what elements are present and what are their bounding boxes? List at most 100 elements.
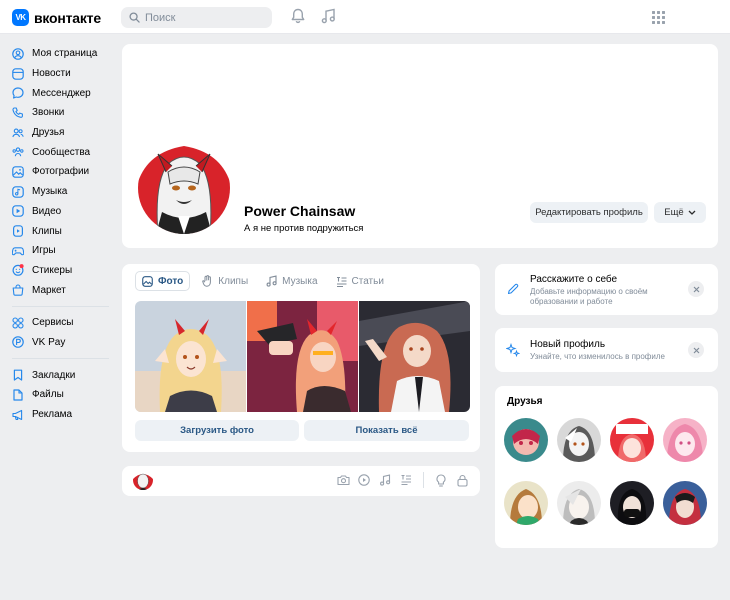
photo-icon <box>12 166 24 178</box>
chevron-down-icon <box>688 210 696 215</box>
friends-icon <box>12 128 24 137</box>
sidebar-item-label: Видео <box>32 205 62 217</box>
phone-icon <box>12 107 23 118</box>
sidebar-item-market[interactable]: Маркет <box>12 280 112 300</box>
sidebar-item-label: Музыка <box>32 186 68 198</box>
tab-label: Статьи <box>351 275 384 287</box>
tab-photo[interactable]: Фото <box>135 271 191 291</box>
profile-status[interactable]: А я не против подружиться <box>244 223 363 234</box>
app-name: вконтакте <box>34 9 101 26</box>
pencil-icon <box>507 283 519 295</box>
sticker-icon <box>12 264 24 277</box>
sidebar-item-friends[interactable]: Друзья <box>12 123 112 143</box>
music-note-icon[interactable] <box>321 8 336 24</box>
about-card-title: Расскажите о себе <box>530 274 618 285</box>
friend-avatar[interactable] <box>557 418 601 462</box>
tab-label: Фото <box>158 275 184 287</box>
show-all-button[interactable]: Показать всё <box>304 420 469 441</box>
sidebar-item-stickers[interactable]: Стикеры <box>12 261 112 281</box>
sidebar-item-label: Сообщества <box>32 146 91 158</box>
tab-label: Музыка <box>282 275 318 287</box>
sidebar-item-label: Закладки <box>32 369 76 381</box>
friend-avatar[interactable] <box>663 481 707 525</box>
top-bar: VK вконтакте <box>0 0 730 34</box>
more-button-label: Ещё <box>664 207 684 218</box>
lock-icon[interactable] <box>457 474 468 487</box>
sidebar-item-bookmarks[interactable]: Закладки <box>12 365 112 385</box>
close-icon <box>693 347 699 353</box>
sidebar-item-label: Сервисы <box>32 317 74 329</box>
sidebar-item-services[interactable]: Сервисы <box>12 313 112 333</box>
apps-grid-icon[interactable] <box>652 11 665 24</box>
sidebar-item-news[interactable]: Новости <box>12 64 112 84</box>
video-icon[interactable] <box>358 474 370 486</box>
tab-label: Клипы <box>218 275 249 287</box>
sidebar-item-label: Мессенджер <box>32 87 91 99</box>
vk-logo[interactable]: VK вконтакте <box>12 9 101 26</box>
search-input[interactable] <box>145 11 265 24</box>
close-button[interactable] <box>688 281 704 297</box>
market-icon <box>12 284 24 296</box>
user-circle-icon <box>12 48 24 60</box>
sidebar-item-label: Звонки <box>32 107 65 119</box>
friend-avatar[interactable] <box>504 418 548 462</box>
sidebar-item-video[interactable]: Видео <box>12 202 112 222</box>
photo-thumbnail[interactable] <box>359 301 470 412</box>
sidebar-item-files[interactable]: Файлы <box>12 385 112 405</box>
sidebar-item-music[interactable]: Музыка <box>12 182 112 202</box>
article-icon[interactable] <box>400 474 412 485</box>
friends-title[interactable]: Друзья <box>507 396 542 407</box>
idea-icon[interactable] <box>435 474 447 487</box>
friend-avatar[interactable] <box>557 481 601 525</box>
music-icon <box>266 275 277 287</box>
sidebar-item-photos[interactable]: Фотографии <box>12 162 112 182</box>
close-button[interactable] <box>688 342 704 358</box>
sidebar-item-clips[interactable]: Клипы <box>12 221 112 241</box>
files-icon <box>13 389 23 401</box>
sidebar-item-games[interactable]: Игры <box>12 241 112 261</box>
new-profile-subtitle: Узнайте, что изменилось в профиле <box>530 352 665 361</box>
news-icon <box>12 67 24 80</box>
sidebar-item-label: Маркет <box>32 284 66 296</box>
search-box[interactable] <box>121 7 272 28</box>
edit-profile-button[interactable]: Редактировать профиль <box>530 202 648 223</box>
sidebar-item-vk-pay[interactable]: VK Pay <box>12 333 112 353</box>
services-icon <box>12 317 24 329</box>
photo-icon <box>142 275 153 287</box>
message-icon <box>12 87 24 99</box>
sidebar-item-my-page[interactable]: Моя страница <box>12 44 112 64</box>
game-icon <box>12 246 24 255</box>
camera-icon[interactable] <box>337 474 350 486</box>
sidebar-item-messenger[interactable]: Мессенджер <box>12 83 112 103</box>
upload-photo-button[interactable]: Загрузить фото <box>135 420 299 441</box>
sidebar-item-ads[interactable]: Реклама <box>12 405 112 425</box>
clips-hand-icon <box>202 275 212 287</box>
sidebar-item-label: Новости <box>32 68 71 80</box>
sidebar-item-label: Реклама <box>32 409 73 421</box>
bell-icon[interactable] <box>291 8 305 24</box>
sparkle-icon <box>506 343 520 357</box>
tab-clips[interactable]: Клипы <box>196 271 254 291</box>
clips-icon <box>13 225 24 237</box>
photo-thumbnail[interactable] <box>247 301 358 412</box>
about-card-subtitle: Добавьте информацию о своём образовании … <box>530 287 648 306</box>
profile-avatar[interactable] <box>135 139 233 237</box>
tab-music[interactable]: Музыка <box>260 271 323 291</box>
sidebar-item-label: Фотографии <box>32 166 90 178</box>
vk-logo-icon: VK <box>12 9 29 26</box>
bookmark-icon <box>13 369 23 381</box>
photo-thumbnail[interactable] <box>135 301 246 412</box>
new-profile-card[interactable] <box>495 328 718 372</box>
friend-avatar[interactable] <box>610 481 654 525</box>
friend-avatar[interactable] <box>610 418 654 462</box>
music-icon[interactable] <box>379 474 391 486</box>
more-button[interactable]: Ещё <box>654 202 706 223</box>
communities-icon <box>12 147 24 157</box>
ads-icon <box>12 409 23 420</box>
friend-avatar[interactable] <box>504 481 548 525</box>
sidebar-item-calls[interactable]: Звонки <box>12 103 112 123</box>
friend-avatar[interactable] <box>663 418 707 462</box>
tab-articles[interactable]: Статьи <box>330 271 390 291</box>
sidebar-item-communities[interactable]: Сообщества <box>12 142 112 162</box>
sidebar-item-label: Игры <box>32 245 56 257</box>
